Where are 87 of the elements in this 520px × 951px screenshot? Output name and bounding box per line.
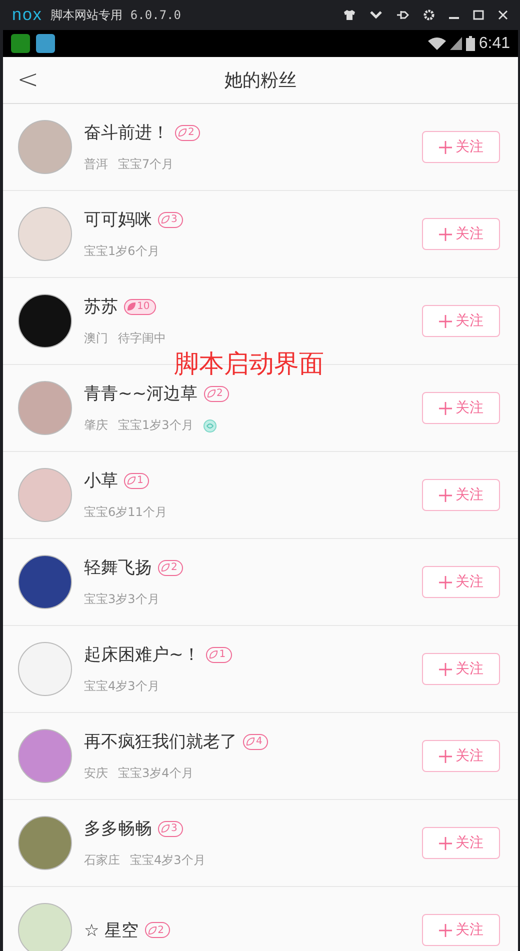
leaf-icon	[127, 476, 136, 485]
version-label: 6.0.7.0	[130, 8, 181, 22]
fan-meta: 澳门	[84, 330, 108, 347]
fan-name: 奋斗前进！	[84, 122, 169, 144]
leaf-icon	[206, 389, 216, 398]
fan-meta: 安庆	[84, 765, 108, 782]
avatar-photo-placeholder	[18, 120, 72, 174]
plus-icon	[438, 750, 452, 762]
maximize-icon[interactable]	[473, 10, 484, 20]
avatar-photo-placeholder	[18, 642, 72, 696]
avatar-photo-placeholder	[18, 381, 72, 435]
fan-name: 小草	[84, 470, 118, 492]
plus-icon	[438, 836, 452, 850]
level-badge: 2	[175, 124, 200, 140]
plus-icon	[438, 140, 452, 154]
plus-icon	[438, 314, 452, 328]
fan-name: ☆ 星空	[84, 920, 139, 942]
level-badge: 10	[124, 298, 156, 314]
level-badge: 1	[206, 646, 232, 662]
level-badge: 2	[158, 560, 184, 576]
level-badge: 2	[204, 386, 229, 402]
fan-meta: 宝宝1岁3个月	[118, 417, 194, 434]
leaf-icon	[148, 926, 157, 934]
fan-meta: 宝宝4岁3个月	[84, 678, 160, 695]
plus-icon	[438, 402, 452, 414]
fan-name: 可可妈咪	[84, 209, 152, 231]
fan-row[interactable]: 可可妈咪 3 宝宝1岁6个月 关注	[3, 191, 518, 278]
avatar-photo-placeholder	[18, 294, 72, 348]
fan-name: 多多畅畅	[84, 818, 152, 840]
fan-meta: 宝宝7个月	[118, 156, 174, 173]
pin-icon[interactable]	[396, 9, 409, 21]
avatar-photo-placeholder	[18, 816, 72, 870]
page-title: 她的粉丝	[224, 69, 296, 92]
fan-row[interactable]: 轻舞飞扬 2 宝宝3岁3个月 关注	[3, 539, 518, 626]
leaf-icon	[209, 650, 218, 659]
battery-icon	[466, 36, 475, 51]
fan-meta: 待字闺中	[118, 330, 166, 347]
fan-row[interactable]: 奋斗前进！ 2 普洱 宝宝7个月 关注	[3, 104, 518, 191]
fan-name: 起床困难户~！	[84, 644, 200, 666]
plus-icon	[438, 662, 452, 676]
window-title: 脚本网站专用	[50, 6, 122, 24]
plus-icon	[438, 228, 452, 240]
avatar-photo-placeholder	[18, 207, 72, 261]
fan-row[interactable]: ☆ 星空 2 关注	[3, 887, 518, 951]
fan-row[interactable]: 多多畅畅 3 石家庄 宝宝4岁3个月 关注	[3, 800, 518, 887]
fan-meta: 肇庆	[84, 417, 108, 434]
clock-time: 6:41	[478, 34, 510, 52]
leaf-icon	[161, 215, 170, 224]
app-logo: nox	[12, 5, 42, 25]
fan-meta: 宝宝1岁6个月	[84, 243, 160, 260]
fan-name: 苏苏	[84, 296, 118, 318]
wifi-icon	[428, 37, 446, 50]
close-icon[interactable]	[498, 10, 508, 20]
plus-icon	[438, 488, 452, 502]
fan-row[interactable]: 起床困难户~！ 1 宝宝4岁3个月 关注	[3, 626, 518, 713]
fan-meta: 宝宝4岁3个月	[130, 852, 206, 869]
chevron-down-icon[interactable]	[370, 11, 382, 19]
level-badge: 3	[158, 212, 184, 228]
level-badge: 1	[124, 472, 150, 488]
leaf-icon	[161, 824, 170, 833]
fan-name: 青青~~河边草	[84, 383, 198, 405]
back-button[interactable]: <	[3, 65, 53, 95]
leaf-icon	[178, 128, 187, 137]
plus-icon	[438, 924, 452, 936]
level-badge: 2	[144, 922, 170, 938]
avatar-photo-placeholder	[18, 903, 72, 951]
fan-meta: 石家庄	[84, 852, 120, 869]
leaf-icon	[127, 302, 136, 311]
shirt-icon[interactable]	[343, 9, 356, 21]
fan-name: 再不疯狂我们就老了	[84, 731, 237, 753]
avatar-photo-placeholder	[18, 555, 72, 609]
level-badge: 4	[243, 734, 268, 750]
signal-icon	[450, 37, 462, 50]
fan-meta: 普洱	[84, 156, 108, 173]
leaf-icon	[161, 563, 170, 572]
level-badge: 3	[158, 820, 184, 836]
fan-name: 轻舞飞扬	[84, 557, 152, 579]
fan-meta: 宝宝3岁4个月	[118, 765, 194, 782]
leaf-icon	[246, 737, 255, 746]
avatar-photo-placeholder	[18, 729, 72, 783]
fan-meta: 宝宝6岁11个月	[84, 504, 167, 521]
fan-meta: 宝宝3岁3个月	[84, 591, 160, 608]
avatar-photo-placeholder	[18, 468, 72, 522]
fan-row[interactable]: 再不疯狂我们就老了 4 安庆 宝宝3岁4个月 关注	[3, 713, 518, 800]
fan-row[interactable]: 小草 1 宝宝6岁11个月 关注	[3, 452, 518, 539]
settings-icon[interactable]	[423, 9, 435, 21]
plus-icon	[438, 576, 452, 588]
